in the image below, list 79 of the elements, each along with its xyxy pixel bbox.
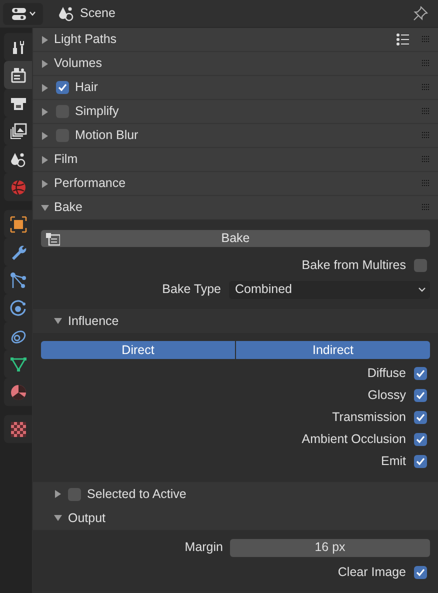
field-label: Margin — [184, 539, 224, 556]
panel-header[interactable]: Volumes — [33, 52, 438, 76]
expand-arrow-icon[interactable] — [41, 156, 49, 164]
expand-arrow-icon[interactable] — [41, 84, 49, 92]
subpanel-header[interactable]: Selected to Active — [33, 482, 438, 506]
sidebar-tab[interactable] — [4, 210, 32, 238]
context-label: Scene — [80, 5, 116, 22]
scene-icon — [10, 150, 26, 168]
subpanel-title: Influence — [68, 312, 119, 330]
toggles-icon — [10, 6, 26, 20]
checker-icon — [10, 420, 26, 438]
checkbox[interactable] — [414, 432, 427, 446]
checkbox[interactable] — [414, 366, 427, 380]
expand-arrow-icon[interactable] — [41, 108, 49, 116]
globe-icon — [10, 178, 26, 196]
editor-type-button[interactable] — [3, 2, 43, 24]
panel-header[interactable]: Bake — [33, 196, 438, 220]
checkbox[interactable] — [414, 258, 427, 272]
option-label: Diffuse — [367, 364, 406, 382]
chevron-icon — [28, 11, 36, 16]
option-label: Ambient Occlusion — [302, 430, 406, 448]
chevron-icon — [418, 287, 426, 292]
panel-header[interactable]: Motion Blur — [33, 124, 438, 148]
option-label: Bake from Multires — [302, 256, 406, 274]
panel-header[interactable]: Film — [33, 148, 438, 172]
collapse-arrow-icon[interactable] — [54, 317, 62, 325]
nodes-icon — [10, 272, 26, 288]
expand-arrow-icon[interactable] — [41, 60, 49, 68]
bake-button[interactable]: Bake — [41, 230, 430, 247]
checkbox[interactable] — [414, 566, 427, 579]
subpanel-header[interactable]: Influence — [33, 309, 438, 333]
sidebar-tab[interactable] — [4, 61, 32, 89]
checkbox[interactable] — [414, 410, 427, 424]
expand-arrow-icon[interactable] — [41, 36, 49, 44]
list-presets-icon[interactable] — [396, 33, 409, 46]
collapse-arrow-icon[interactable] — [54, 514, 62, 522]
panel-header[interactable]: Hair — [33, 76, 438, 100]
influence-tab[interactable]: Indirect — [236, 341, 430, 359]
option-label: Emit — [381, 452, 406, 470]
collapse-arrow-icon[interactable] — [41, 204, 49, 212]
expand-arrow-icon[interactable] — [54, 490, 62, 498]
subpanel-title: Output — [68, 510, 106, 527]
panel-title: Hair — [75, 79, 98, 96]
subpanel-header[interactable]: Output — [33, 506, 438, 530]
margin-field[interactable]: 16 px — [230, 538, 430, 556]
panel-title: Volumes — [54, 55, 102, 72]
panel-title: Bake — [54, 199, 82, 216]
panel-header[interactable]: Simplify — [33, 100, 438, 124]
panel-title: Motion Blur — [75, 127, 138, 144]
checkbox[interactable] — [68, 488, 81, 500]
scene-icon — [58, 6, 74, 22]
field-label: Bake Type — [161, 281, 222, 298]
subpanel-title: Selected to Active — [87, 486, 186, 503]
expand-arrow-icon[interactable] — [41, 180, 49, 188]
influence-tab[interactable]: Direct — [41, 341, 235, 359]
panel-title: Simplify — [75, 103, 119, 120]
image-stack-icon — [10, 122, 26, 140]
bake-icon — [45, 232, 60, 246]
bake-type-dropdown[interactable]: Combined — [229, 280, 430, 298]
option-label: Transmission — [332, 408, 406, 426]
panel-title: Light Paths — [54, 31, 117, 48]
option-label: Clear Image — [338, 564, 406, 582]
panel-header[interactable]: Light Paths — [33, 28, 438, 52]
sidebar-tab[interactable] — [4, 378, 32, 406]
object-square-icon — [10, 216, 26, 232]
expand-arrow-icon[interactable] — [41, 132, 49, 140]
wrench-icon — [10, 244, 26, 260]
panel-header[interactable]: Performance — [33, 172, 438, 196]
panel-title: Performance — [54, 175, 126, 192]
checkbox[interactable] — [414, 454, 427, 468]
option-label: Glossy — [368, 386, 406, 404]
orbit-icon — [10, 300, 26, 316]
triangle-mesh-icon — [10, 356, 26, 372]
checkbox[interactable] — [414, 388, 427, 402]
sidebar-tab[interactable] — [4, 89, 32, 117]
sidebar-tab[interactable] — [4, 33, 32, 61]
pin-icon[interactable] — [413, 6, 428, 21]
panel-title: Film — [54, 151, 78, 168]
checkbox[interactable] — [56, 81, 69, 94]
